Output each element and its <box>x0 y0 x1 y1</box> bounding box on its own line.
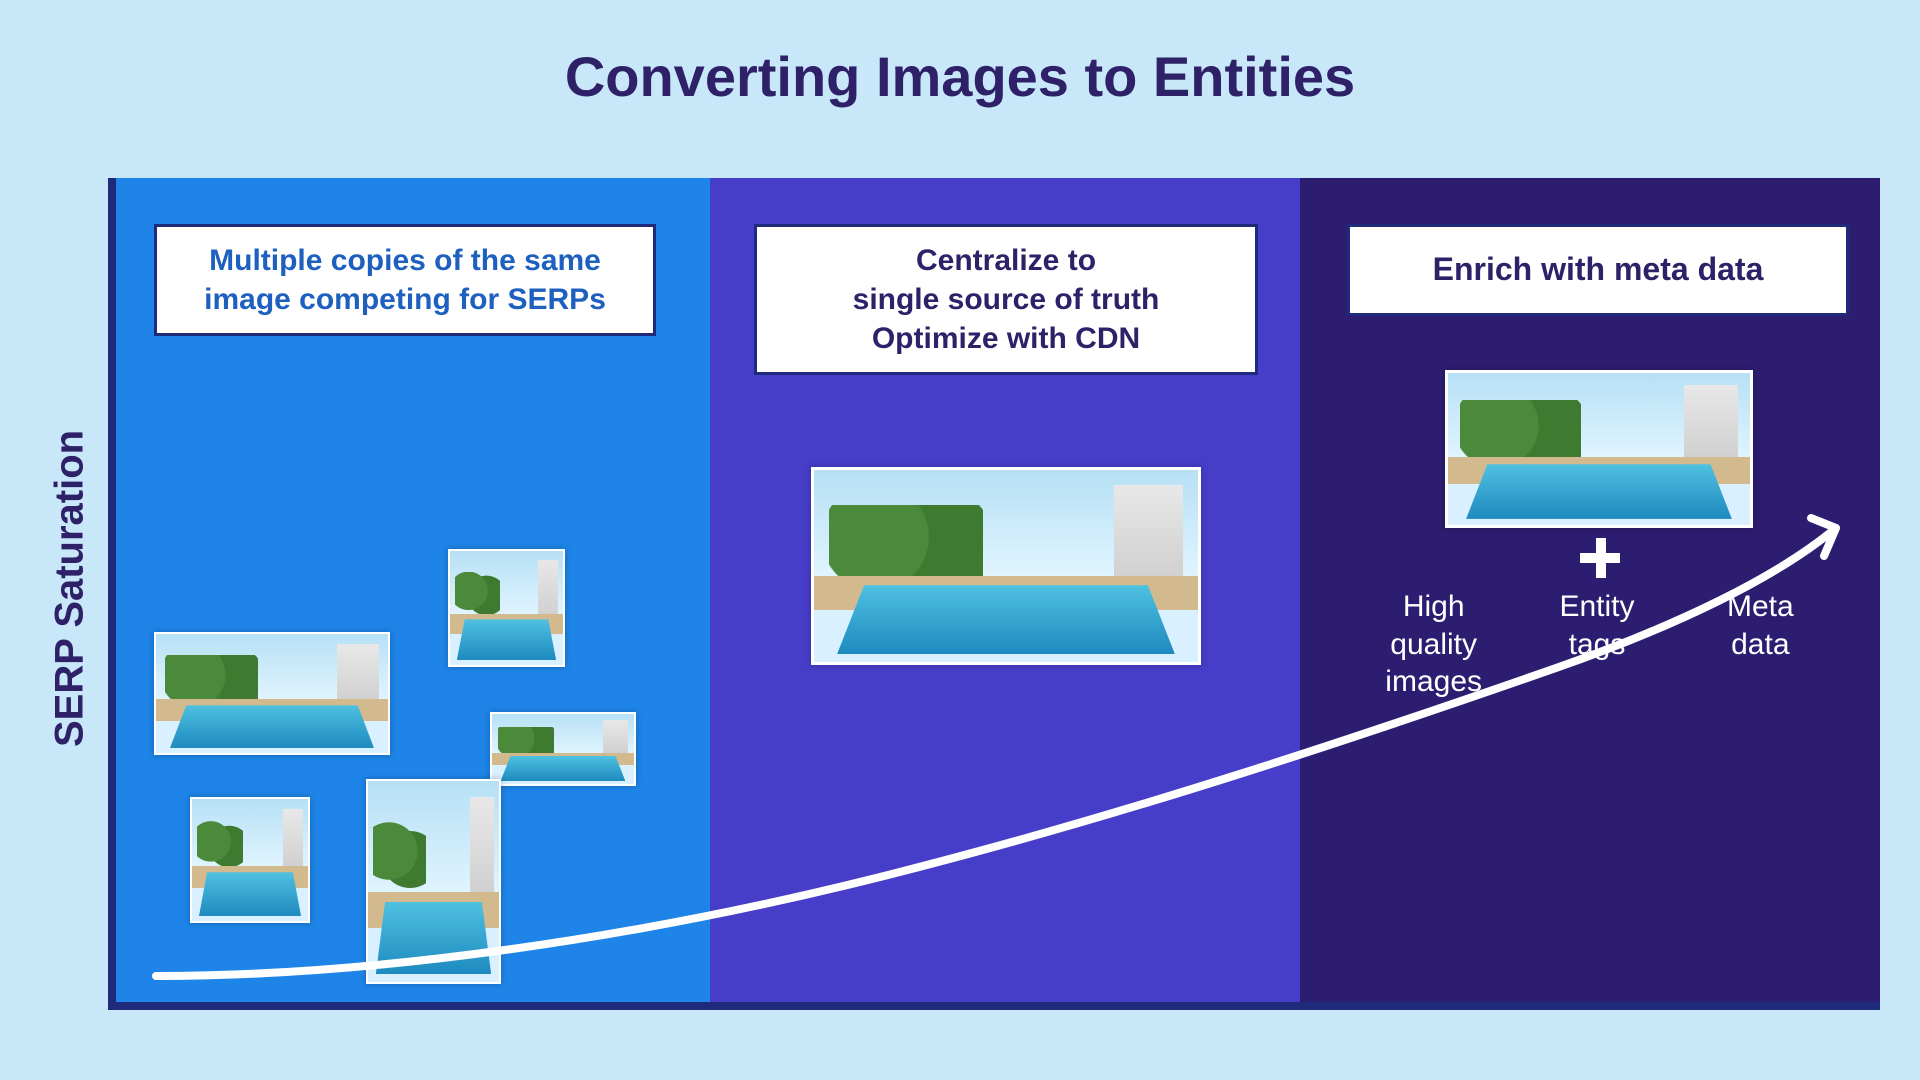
y-axis-line <box>108 178 116 1010</box>
plus-icon <box>1580 538 1620 578</box>
pool-thumbnail <box>190 797 310 923</box>
meta-label-entity: Entitytags <box>1515 588 1678 701</box>
panel-middle-label-line3: Optimize with CDN <box>872 322 1140 355</box>
panel-middle-label-line2: single source of truth <box>853 283 1160 316</box>
panel-left-label: Multiple copies of the same image compet… <box>154 224 656 336</box>
panel-middle-label: Centralize to single source of truth Opt… <box>754 224 1258 375</box>
pool-thumbnail <box>490 712 636 786</box>
page-title: Converting Images to Entities <box>0 44 1920 109</box>
pool-thumbnail <box>154 632 390 755</box>
pool-thumbnail <box>366 779 501 984</box>
pool-thumbnail-centralized <box>811 467 1201 665</box>
panel-right-label: Enrich with meta data <box>1347 224 1849 316</box>
meta-label-meta: Metadata <box>1679 588 1842 701</box>
x-axis-line <box>108 1002 1880 1010</box>
pool-thumbnail <box>448 549 565 667</box>
panel-middle-label-line1: Centralize to <box>916 244 1096 277</box>
pool-thumbnail-enriched <box>1445 370 1753 528</box>
meta-labels: High qualityimages Entitytags Metadata <box>1352 588 1842 701</box>
meta-label-images: High qualityimages <box>1352 588 1515 701</box>
y-axis-label: SERP Saturation <box>50 178 90 998</box>
